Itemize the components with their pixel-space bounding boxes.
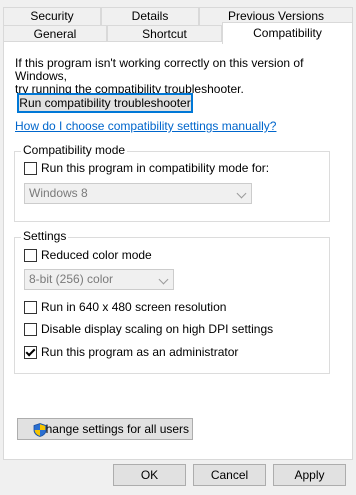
tab-details[interactable]: Details [101,7,199,25]
apply-button[interactable]: Apply [273,464,346,486]
tab-security[interactable]: Security [3,7,101,25]
run-640-label: Run in 640 x 480 screen resolution [41,300,227,314]
tab-compatibility[interactable]: Compatibility [222,22,353,44]
disable-dpi-checkbox[interactable] [24,322,37,336]
settings-label: Settings [21,229,69,243]
checkmark-icon [25,346,36,356]
run-640-checkbox[interactable] [24,300,37,314]
reduced-color-checkbox[interactable] [24,248,37,262]
run-admin-label: Run this program as an administrator [41,345,239,359]
reduced-color-label: Reduced color mode [41,248,152,262]
uac-shield-icon [33,423,47,437]
os-version-select[interactable]: Windows 8 [24,183,252,204]
manual-settings-link[interactable]: How do I choose compatibility settings m… [15,119,276,133]
compat-mode-checkbox-label: Run this program in compatibility mode f… [41,161,270,175]
intro-text-line-1: If this program isn't working correctly … [15,56,304,83]
os-version-value: Windows 8 [29,186,88,200]
run-admin-checkbox[interactable] [24,345,37,359]
compat-mode-checkbox-row[interactable]: Run this program in compatibility mode f… [24,160,269,176]
compatibility-mode-label: Compatibility mode [21,143,128,157]
run-640-row[interactable]: Run in 640 x 480 screen resolution [24,299,226,315]
tab-label: General [33,27,77,41]
reduced-color-row[interactable]: Reduced color mode [24,247,152,263]
disable-dpi-row[interactable]: Disable display scaling on high DPI sett… [24,321,273,337]
cancel-button[interactable]: Cancel [193,464,266,486]
color-depth-value: 8-bit (256) color [29,272,114,286]
intro-text: If this program isn't working correctly … [15,57,352,96]
tab-label: Compatibility [253,26,322,40]
ok-button[interactable]: OK [113,464,186,486]
tab-label: Details [131,9,169,23]
tab-label: Security [30,9,74,23]
tab-label: Previous Versions [227,9,325,23]
color-depth-select[interactable]: 8-bit (256) color [24,269,174,290]
change-all-users-button[interactable]: Change settings for all users [17,418,193,440]
run-troubleshooter-button[interactable]: Run compatibility troubleshooter [17,93,193,113]
chevron-down-icon [158,274,169,285]
compat-mode-checkbox[interactable] [24,161,37,175]
change-all-users-label: Change settings for all users [36,422,190,436]
run-admin-row[interactable]: Run this program as an administrator [24,344,238,360]
disable-dpi-label: Disable display scaling on high DPI sett… [41,322,274,336]
tab-label: Shortcut [142,27,187,41]
compatibility-panel: If this program isn't working correctly … [3,41,353,460]
chevron-down-icon [236,188,247,199]
